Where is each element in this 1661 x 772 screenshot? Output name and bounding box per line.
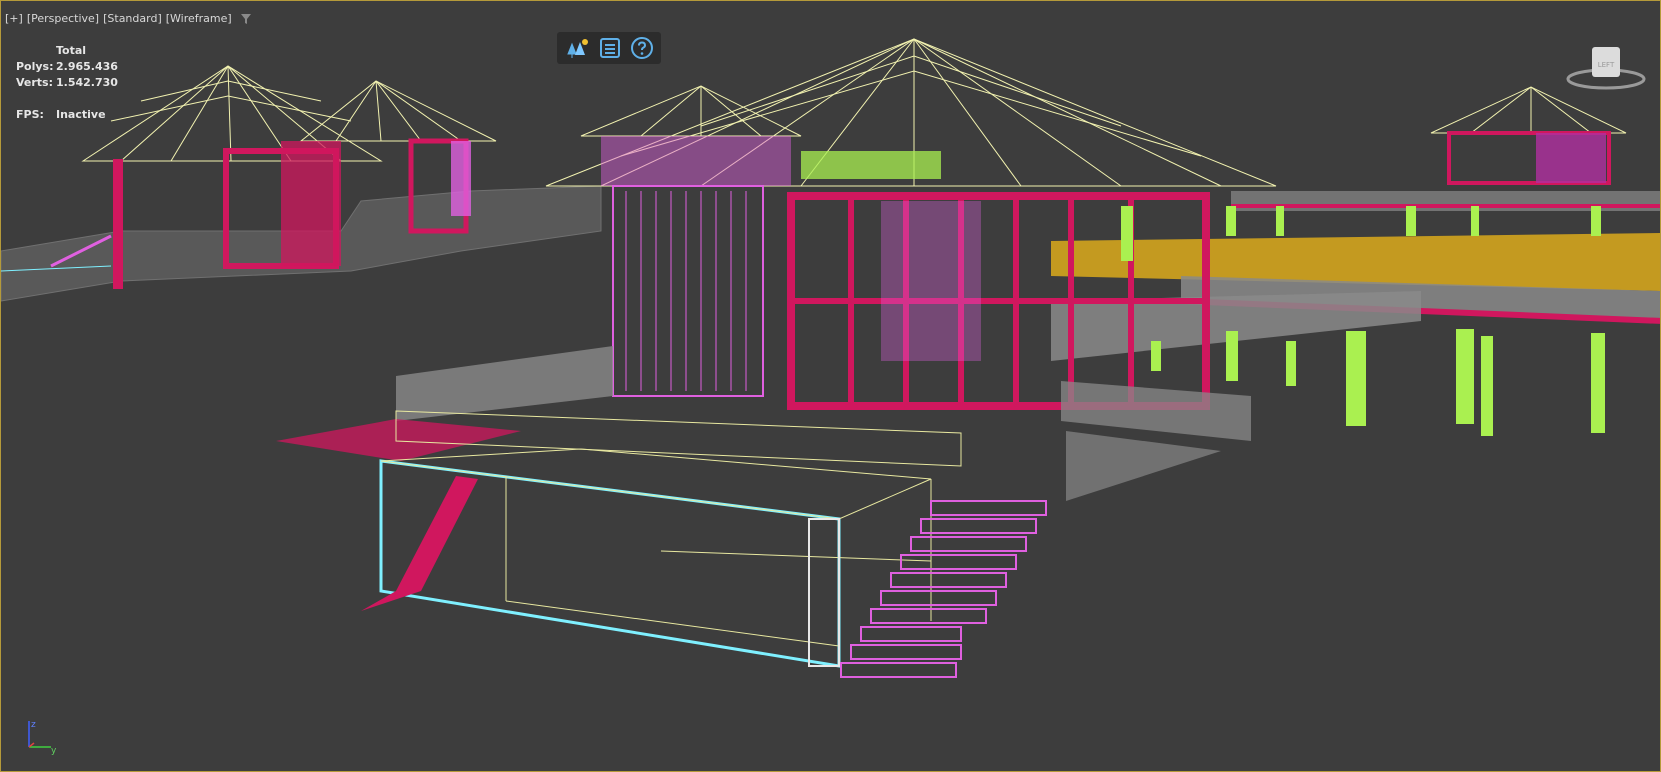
verts-value: 1.542.730 — [56, 76, 118, 89]
wireframe-scene[interactable] — [1, 1, 1661, 772]
viewcube-face-label: LEFT — [1598, 61, 1615, 69]
axis-tripod: z y — [28, 720, 57, 755]
stairs — [840, 500, 1047, 678]
viewcube[interactable]: LEFT — [1566, 43, 1646, 95]
right-pavilion — [1231, 86, 1660, 211]
viewport-toolbar — [557, 32, 661, 64]
list-icon[interactable] — [597, 35, 623, 61]
axis-y-label: y — [51, 746, 57, 755]
pool — [276, 410, 962, 668]
main-house — [545, 38, 1277, 410]
viewport-point-of-view-menu[interactable]: [Perspective] — [27, 12, 99, 25]
3d-viewport[interactable]: [+] [Perspective] [Standard] [Wireframe]… — [0, 0, 1661, 772]
trees-icon[interactable] — [565, 35, 591, 61]
viewport-label-bar: [+] [Perspective] [Standard] [Wireframe] — [5, 12, 252, 25]
scene-statistics: Total Polys: 2.965.436 Verts: 1.542.730 FP… — [16, 43, 118, 123]
viewport-general-menu[interactable]: [+] — [5, 12, 23, 25]
verts-label: Verts: — [16, 76, 54, 89]
funnel-icon[interactable] — [240, 13, 252, 25]
fps-label: FPS: — [16, 108, 44, 121]
help-icon[interactable] — [629, 35, 655, 61]
fps-value: Inactive — [56, 108, 106, 121]
axis-z-label: z — [31, 720, 36, 730]
stats-total-label: Total — [56, 44, 87, 57]
polys-label: Polys: — [16, 60, 54, 73]
polys-value: 2.965.436 — [56, 60, 118, 73]
viewport-shading-mode-menu[interactable]: [Wireframe] — [166, 12, 232, 25]
viewport-shading-standard-menu[interactable]: [Standard] — [103, 12, 162, 25]
